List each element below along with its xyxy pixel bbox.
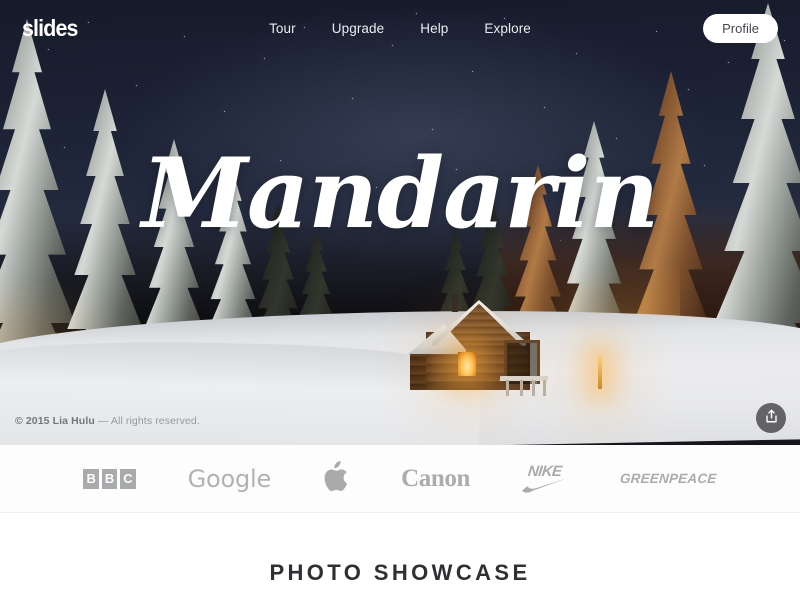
apple-logo-icon [323, 460, 349, 497]
greenpeace-wordmark: GREENPEACE [619, 470, 718, 486]
nav-link-tour[interactable]: Tour [269, 21, 296, 36]
nav-links: Tour Upgrade Help Explore [0, 21, 800, 36]
chevron-down-icon[interactable] [389, 415, 411, 428]
client-logos-band: B B C Google Canon NIKE GREENPEACE [0, 445, 800, 513]
client-logo-nike[interactable]: NIKE [496, 463, 594, 493]
copyright-owner: © 2015 Lia Hulu [15, 415, 95, 427]
nav-link-help[interactable]: Help [420, 21, 448, 36]
nike-logo-icon: NIKE [521, 463, 568, 493]
client-logo-greenpeace[interactable]: GREENPEACE [594, 470, 743, 486]
hero-section: slides Tour Upgrade Help Explore Profile… [0, 0, 800, 445]
lamp-glow [598, 355, 602, 389]
cabin-illustration [408, 292, 549, 396]
bbc-letter-3: C [120, 468, 136, 489]
nike-wordmark: NIKE [527, 463, 563, 480]
bbc-logo-icon: B B C [83, 468, 136, 489]
photo-showcase-section: PHOTO SHOWCASE [0, 513, 800, 600]
client-logo-apple[interactable] [297, 460, 375, 497]
canon-wordmark: Canon [401, 465, 470, 492]
client-logo-google[interactable]: Google [162, 467, 297, 491]
hero-title: Mandarin [141, 137, 659, 250]
client-logo-bbc[interactable]: B B C [57, 468, 161, 489]
copyright-rights: — All rights reserved. [94, 415, 200, 427]
showcase-heading: PHOTO SHOWCASE [269, 560, 531, 585]
profile-button[interactable]: Profile [703, 14, 778, 43]
share-upload-icon [764, 409, 779, 427]
google-wordmark: Google [187, 464, 272, 493]
bbc-letter-2: B [101, 468, 118, 489]
top-navigation: slides Tour Upgrade Help Explore Profile [0, 0, 800, 57]
share-button[interactable] [756, 403, 786, 433]
nav-link-explore[interactable]: Explore [484, 21, 530, 36]
bbc-letter-1: B [83, 468, 99, 489]
nav-link-upgrade[interactable]: Upgrade [332, 21, 385, 36]
site-logo[interactable]: slides [22, 17, 78, 40]
copyright-notice: © 2015 Lia Hulu — All rights reserved. [15, 415, 200, 427]
client-logo-canon[interactable]: Canon [375, 466, 496, 491]
